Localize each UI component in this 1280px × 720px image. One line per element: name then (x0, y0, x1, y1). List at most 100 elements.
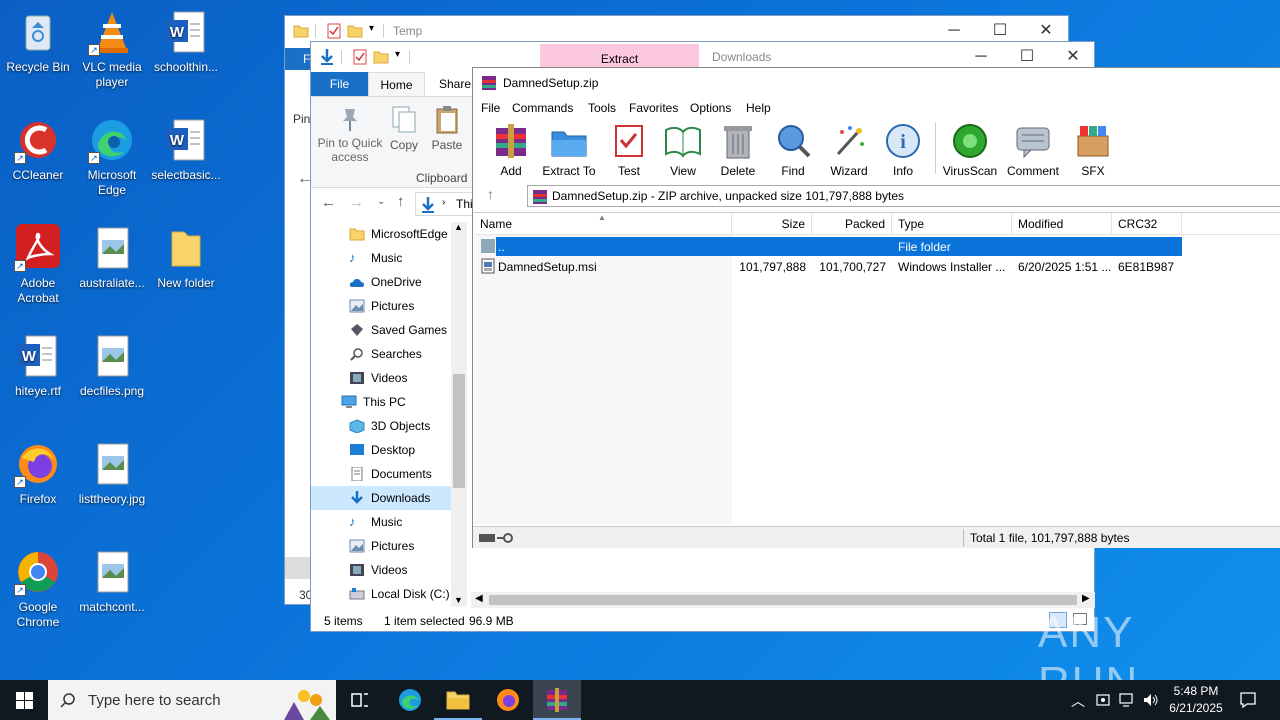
toolbar-extract-to-button[interactable]: Extract To (539, 122, 599, 178)
menu-file[interactable]: File (481, 101, 500, 115)
desktop-icon-firefox[interactable]: ↗ Firefox (0, 440, 76, 507)
column-header-type[interactable]: Type (892, 213, 1012, 235)
toolbar-wizard-button[interactable]: Wizard (819, 122, 879, 178)
menu-favorites[interactable]: Favorites (629, 101, 678, 115)
tray-chevron-up-icon[interactable]: ︿ (1071, 691, 1085, 711)
nav-item-pictures[interactable]: Pictures (311, 294, 451, 318)
winrar-window[interactable]: DamnedSetup.zip File Commands Tools Favo… (472, 67, 1280, 548)
clock[interactable]: 5:48 PM 6/21/2025 (1164, 683, 1228, 717)
taskbar-firefox-button[interactable] (484, 680, 532, 720)
desktop-icon-new-folder[interactable]: New folder (148, 224, 224, 291)
nav-item-documents[interactable]: Documents (311, 462, 451, 486)
ribbon-tab-home[interactable]: Home (368, 72, 425, 97)
winrar-titlebar[interactable]: DamnedSetup.zip (473, 68, 1280, 98)
nav-item-microsoftedge[interactable]: MicrosoftEdge (311, 222, 451, 246)
start-button[interactable] (0, 680, 48, 720)
ribbon-tab-share[interactable]: Share (439, 72, 471, 96)
column-header-modified[interactable]: Modified (1012, 213, 1112, 235)
address-bar[interactable]: › Thi (415, 192, 475, 216)
toolbar-add-button[interactable]: Add (481, 122, 541, 178)
archive-path-bar[interactable]: DamnedSetup.zip - ZIP archive, unpacked … (527, 185, 1280, 207)
table-row[interactable]: DamnedSetup.msi 101,797,888 101,700,727 … (474, 256, 1182, 276)
taskbar-explorer-button[interactable] (434, 680, 482, 720)
up-one-level-button[interactable]: ↑ (487, 186, 494, 202)
paste-button[interactable]: Paste (429, 105, 465, 152)
toolbar-virusscan-button[interactable]: VirusScan (940, 122, 1000, 178)
toolbar-info-button[interactable]: i Info (873, 122, 933, 178)
column-header-packed[interactable]: Packed (812, 213, 892, 235)
desktop-icon-matchcont[interactable]: matchcont... (74, 548, 150, 615)
copy-button[interactable]: Copy (387, 105, 421, 152)
toolbar-find-button[interactable]: Find (763, 122, 823, 178)
nav-scroll-thumb[interactable] (453, 374, 465, 488)
table-row[interactable]: .. File folder (474, 237, 1182, 256)
desktop-icon-decfiles[interactable]: decfiles.png (74, 332, 150, 399)
nav-item-downloads[interactable]: Downloads (311, 486, 451, 510)
nav-item-onedrive[interactable]: OneDrive (311, 270, 451, 294)
properties-icon[interactable] (353, 49, 367, 65)
desktop-icon-selectbasic[interactable]: W selectbasic... (148, 116, 224, 183)
desktop-icon-australiate[interactable]: australiate... (74, 224, 150, 291)
new-folder-icon[interactable] (373, 49, 389, 65)
desktop-icon-schoolthin[interactable]: W schoolthin... (148, 8, 224, 75)
notifications-icon[interactable] (1239, 691, 1257, 709)
new-folder-icon[interactable] (347, 23, 363, 39)
nav-item-saved-games[interactable]: Saved Games (311, 318, 451, 342)
properties-icon[interactable] (327, 23, 341, 39)
toolbar-delete-button[interactable]: Delete (708, 122, 768, 178)
scroll-down-icon[interactable]: ▼ (454, 595, 463, 605)
toolbar-view-button[interactable]: View (653, 122, 713, 178)
column-header-name[interactable]: Name ▲ (474, 213, 732, 235)
nav-back-button[interactable]: ← (321, 194, 336, 211)
nav-item-videos[interactable]: Videos (311, 366, 451, 390)
nav-item-music[interactable]: ♪ Music (311, 246, 451, 270)
file-list[interactable]: Name ▲ Size Packed Type Modified CRC32 .… (474, 212, 1280, 524)
chevron-down-icon[interactable]: ▾ (369, 23, 374, 34)
navigation-pane[interactable]: MicrosoftEdge ♪ Music OneDrive Pictures S… (311, 222, 467, 607)
content-hscrollbar[interactable]: ◀ ▶ (471, 592, 1095, 608)
nav-item-pictures-pc[interactable]: Pictures (311, 534, 451, 558)
column-header-crc32[interactable]: CRC32 (1112, 213, 1182, 235)
nav-item-music-pc[interactable]: ♪ Music (311, 510, 451, 534)
desktop-icon-ccleaner[interactable]: ↗ CCleaner (0, 116, 76, 183)
desktop-icon-adobe-acrobat[interactable]: ↗ Adobe Acrobat (0, 224, 76, 306)
nav-item-local-disk[interactable]: Local Disk (C:) (311, 582, 451, 606)
toolbar-comment-button[interactable]: Comment (1003, 122, 1063, 178)
nav-item-videos-pc[interactable]: Videos (311, 558, 451, 582)
desktop-icon-edge[interactable]: ↗ Microsoft Edge (74, 116, 150, 198)
temp-file-tab[interactable]: F (285, 48, 311, 70)
desktop-icon-listtheory[interactable]: listtheory.jpg (74, 440, 150, 507)
desktop-icon-vlc[interactable]: ↗ VLC media player (74, 8, 150, 90)
column-header-size[interactable]: Size (732, 213, 812, 235)
taskbar-winrar-button[interactable] (533, 680, 581, 720)
menu-commands[interactable]: Commands (512, 101, 573, 115)
toolbar-sfx-button[interactable]: SFX (1063, 122, 1123, 178)
menu-options[interactable]: Options (690, 101, 731, 115)
nav-forward-button[interactable]: → (349, 194, 364, 211)
desktop-icon-recycle-bin[interactable]: Recycle Bin (0, 8, 76, 75)
taskbar-edge-button[interactable] (386, 680, 434, 720)
toolbar-test-button[interactable]: Test (599, 122, 659, 178)
nav-item-searches[interactable]: Searches (311, 342, 451, 366)
nav-item-3d-objects[interactable]: 3D Objects (311, 414, 451, 438)
scroll-up-icon[interactable]: ▲ (454, 222, 463, 232)
scroll-left-icon[interactable]: ◀ (475, 593, 483, 604)
up-button[interactable]: ↑ (397, 193, 405, 210)
meet-now-icon[interactable] (1096, 693, 1110, 707)
network-icon[interactable] (1119, 693, 1135, 707)
pin-quick-access-button[interactable]: Pin to Quick access (315, 105, 385, 164)
hscroll-thumb[interactable] (489, 595, 1077, 605)
desktop-icon-hiteye[interactable]: W hiteye.rtf (0, 332, 76, 399)
ribbon-tab-file[interactable]: File (311, 72, 368, 96)
volume-icon[interactable] (1143, 693, 1159, 707)
recent-locations-button[interactable]: ⌄ (377, 196, 385, 207)
menu-help[interactable]: Help (746, 101, 771, 115)
task-view-button[interactable] (336, 680, 384, 720)
chevron-down-icon[interactable]: ▾ (395, 49, 400, 60)
menu-tools[interactable]: Tools (588, 101, 616, 115)
nav-scrollbar[interactable]: ▲ ▼ (451, 222, 467, 607)
taskbar-search-box[interactable]: Type here to search (48, 680, 336, 720)
scroll-right-icon[interactable]: ▶ (1082, 593, 1090, 604)
desktop-icon-chrome[interactable]: ↗ Google Chrome (0, 548, 76, 630)
nav-item-desktop[interactable]: Desktop (311, 438, 451, 462)
